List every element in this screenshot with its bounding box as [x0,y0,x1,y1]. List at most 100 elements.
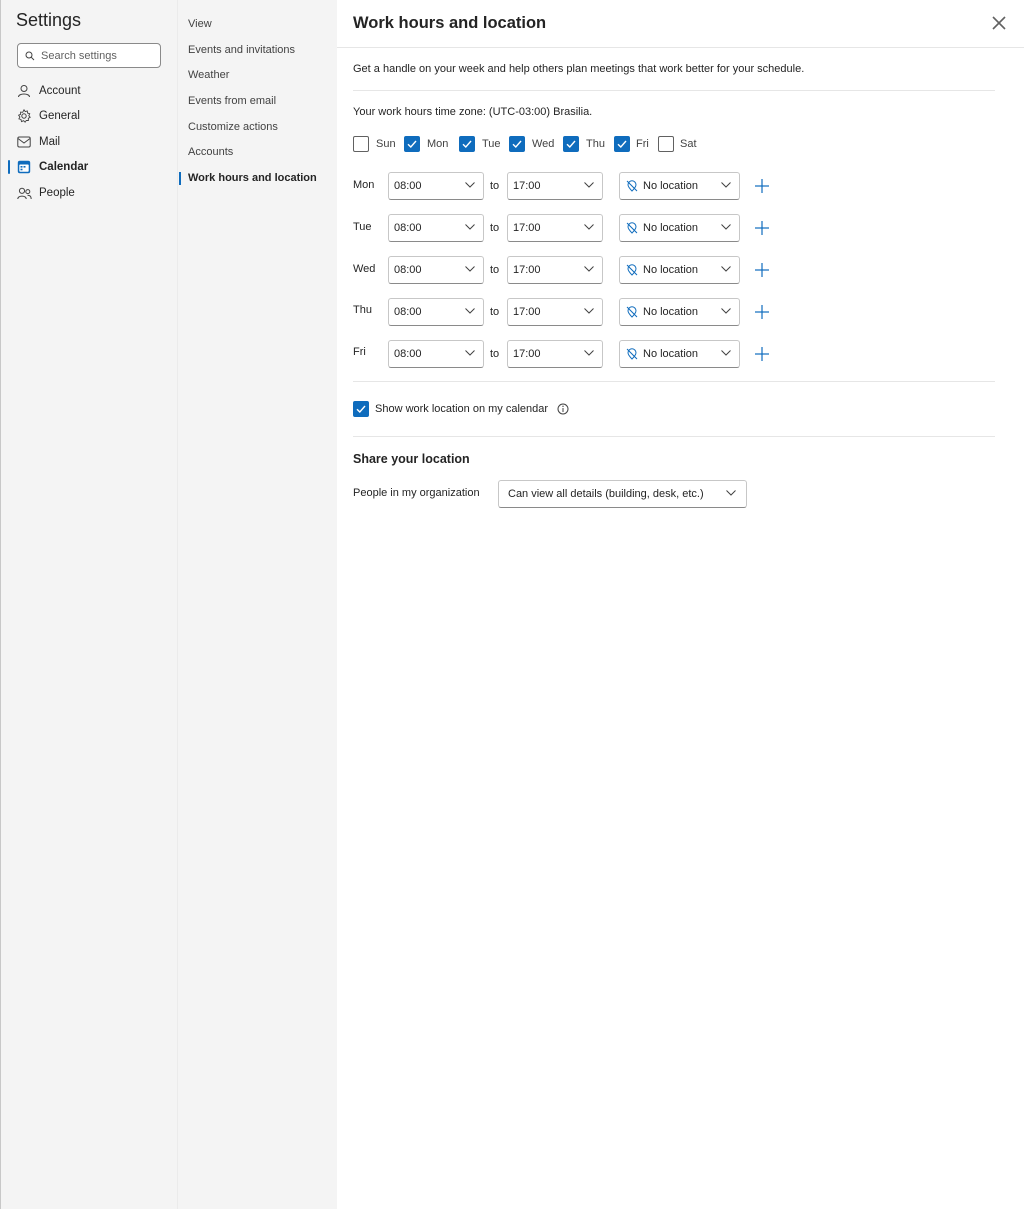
add-icon[interactable] [754,178,770,194]
show-work-location-checkbox[interactable] [353,401,369,417]
start-time-dropdown[interactable]: 08:00 [388,172,484,200]
sidebar-item-mail[interactable]: Mail [16,131,166,153]
close-icon[interactable] [989,13,1009,33]
settings-title: Settings [16,10,82,30]
gear-icon [16,108,32,124]
checkbox-label-fri: Fri [636,138,649,150]
header-divider [337,47,1024,48]
chevron-down-icon [465,266,475,272]
end-time-dropdown[interactable]: 17:00 [507,298,603,326]
sidebar-item-calendar[interactable]: Calendar [16,156,166,178]
checkbox-tue[interactable] [459,136,475,152]
end-time-value: 17:00 [513,264,541,276]
end-time-dropdown[interactable]: 17:00 [507,172,603,200]
chevron-down-icon [721,308,731,314]
no-location-icon [626,348,638,360]
schedule-day-label: Thu [353,304,372,316]
sidebar-item-label: Calendar [39,161,89,173]
checkmark-icon [566,140,576,149]
chevron-down-icon [726,490,736,496]
location-dropdown[interactable]: No location [619,340,740,368]
to-label: to [490,180,500,192]
share-location-label: People in my organization [353,487,480,499]
info-icon[interactable] [557,403,569,415]
subnav-item-events-from-email[interactable]: Events from email [188,95,276,107]
divider [353,436,995,437]
start-time-dropdown[interactable]: 08:00 [388,298,484,326]
end-time-value: 17:00 [513,348,541,360]
location-dropdown[interactable]: No location [619,214,740,242]
search-icon [25,51,35,60]
no-location-icon [626,306,638,318]
checkbox-thu[interactable] [563,136,579,152]
to-label: to [490,222,500,234]
chevron-down-icon [584,350,594,356]
location-dropdown[interactable]: No location [619,298,740,326]
checkbox-label-tue: Tue [482,138,501,150]
checkbox-fri[interactable] [614,136,630,152]
end-time-dropdown[interactable]: 17:00 [507,340,603,368]
checkbox-label-sat: Sat [680,138,697,150]
start-time-value: 08:00 [394,222,422,234]
add-icon[interactable] [754,346,770,362]
schedule-day-label: Fri [353,346,366,358]
share-location-dropdown[interactable]: Can view all details (building, desk, et… [498,480,747,508]
checkmark-icon [462,140,472,149]
search-box[interactable] [17,43,161,68]
sidebar-item-account[interactable]: Account [16,80,166,102]
checkmark-icon [407,140,417,149]
end-time-dropdown[interactable]: 17:00 [507,256,603,284]
start-time-dropdown[interactable]: 08:00 [388,214,484,242]
subnav-item-work-hours-and-location[interactable]: Work hours and location [188,172,317,184]
checkbox-sun[interactable] [353,136,369,152]
start-time-value: 08:00 [394,264,422,276]
chevron-down-icon [465,308,475,314]
sidebar-item-label: Mail [39,136,61,148]
chevron-down-icon [465,182,475,188]
start-time-dropdown[interactable]: 08:00 [388,256,484,284]
location-dropdown[interactable]: No location [619,172,740,200]
subnav-item-view[interactable]: View [188,18,212,30]
no-location-icon [626,180,638,192]
sidebar-item-label: People [39,187,75,199]
add-icon[interactable] [754,220,770,236]
checkmark-icon [617,140,627,149]
sidebar-item-label: General [39,110,80,122]
people-icon [16,185,32,201]
sidebar-item-people[interactable]: People [16,182,166,204]
location-value: No location [643,222,699,234]
subnav-item-customize-actions[interactable]: Customize actions [188,121,278,133]
start-time-dropdown[interactable]: 08:00 [388,340,484,368]
chevron-down-icon [584,308,594,314]
end-time-value: 17:00 [513,222,541,234]
page-description: Get a handle on your week and help other… [353,63,805,75]
add-icon[interactable] [754,304,770,320]
end-time-dropdown[interactable]: 17:00 [507,214,603,242]
location-value: No location [643,180,699,192]
subnav-item-events-and-invitations[interactable]: Events and invitations [188,44,295,56]
search-input[interactable] [41,49,151,62]
location-dropdown[interactable]: No location [619,256,740,284]
checkbox-mon[interactable] [404,136,420,152]
sidebar-item-general[interactable]: General [16,105,166,127]
show-work-location-label: Show work location on my calendar [375,403,549,415]
schedule-day-label: Wed [353,263,376,275]
checkbox-sat[interactable] [658,136,674,152]
timezone-text: Your work hours time zone: (UTC-03:00) B… [353,106,593,118]
checkbox-label-wed: Wed [532,138,555,150]
subnav-item-weather[interactable]: Weather [188,69,229,81]
divider [353,90,995,91]
chevron-down-icon [721,224,731,230]
checkbox-wed[interactable] [509,136,525,152]
chevron-down-icon [465,224,475,230]
chevron-down-icon [584,266,594,272]
to-label: to [490,348,500,360]
chevron-down-icon [584,224,594,230]
subnav-item-accounts[interactable]: Accounts [188,146,233,158]
add-icon[interactable] [754,262,770,278]
chevron-down-icon [465,350,475,356]
checkbox-label-thu: Thu [586,138,605,150]
calendar-icon [16,159,32,175]
no-location-icon [626,222,638,234]
subnav-selection-indicator [179,172,181,185]
